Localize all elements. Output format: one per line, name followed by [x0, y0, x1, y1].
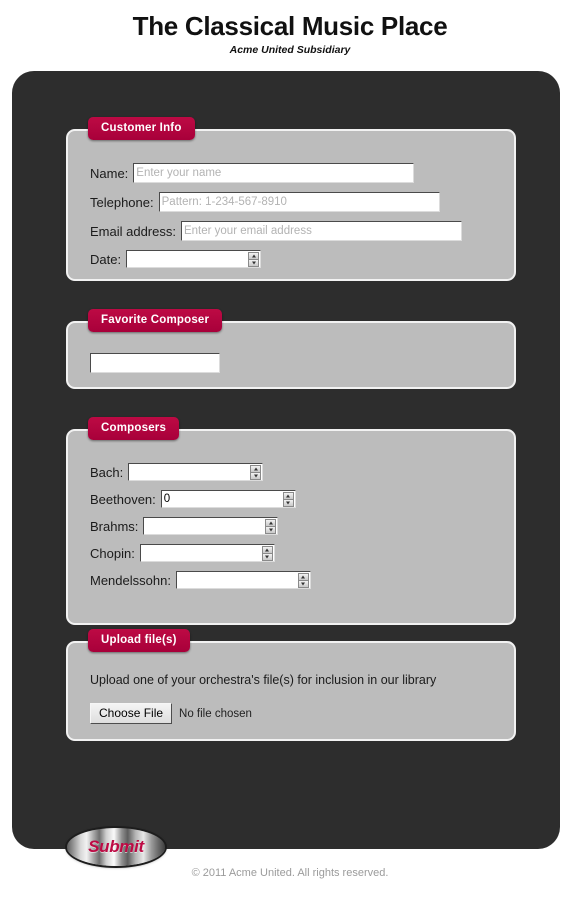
panel-customer-info: Customer Info Name: Telephone: Email add…: [66, 117, 516, 281]
field-row-telephone: Telephone:: [90, 192, 492, 212]
footer-copyright: © 2011 Acme United. All rights reserved.: [191, 867, 389, 879]
label-email: Email address:: [90, 223, 176, 239]
label-telephone: Telephone:: [90, 194, 154, 210]
beethoven-input[interactable]: [160, 490, 296, 508]
choose-file-button[interactable]: Choose File: [90, 703, 173, 724]
chopin-input-wrapper: [139, 544, 275, 562]
legend-favorite-composer: Favorite Composer: [88, 309, 223, 332]
brahms-input[interactable]: [143, 517, 279, 535]
legend-upload: Upload file(s): [88, 629, 190, 652]
mendelssohn-input[interactable]: [175, 571, 311, 589]
submit-button[interactable]: Submit: [67, 828, 165, 866]
legend-composers: Composers: [88, 417, 180, 440]
field-row-bach: Bach:: [90, 463, 492, 481]
panel-upload: Upload file(s) Upload one of your orches…: [66, 629, 516, 741]
field-row-name: Name:: [90, 163, 492, 183]
date-input-wrapper: [126, 250, 262, 268]
brahms-input-wrapper: [143, 517, 279, 535]
page-title: The Classical Music Place: [132, 11, 448, 41]
file-status-label: No file chosen: [179, 707, 252, 720]
label-beethoven: Beethoven:: [90, 491, 156, 507]
label-date: Date:: [90, 251, 122, 267]
date-input[interactable]: [126, 250, 262, 268]
label-name: Name:: [90, 165, 129, 181]
beethoven-input-wrapper: [160, 490, 296, 508]
panel-composers: Composers Bach: Beethoven: 0 Brahms: Cho…: [66, 417, 516, 625]
chopin-input[interactable]: [139, 544, 275, 562]
email-input[interactable]: [180, 221, 462, 241]
field-row-mendelssohn: Mendelssohn:: [90, 571, 492, 589]
bach-input-wrapper: [128, 463, 264, 481]
field-row-email: Email address:: [90, 221, 492, 241]
favorite-composer-input[interactable]: [90, 353, 220, 373]
bach-input[interactable]: [128, 463, 264, 481]
submit-button-label: Submit: [88, 837, 144, 856]
file-picker[interactable]: Choose File No file chosen: [90, 703, 492, 724]
name-input[interactable]: [133, 163, 415, 183]
form-shell: Customer Info Name: Telephone: Email add…: [12, 71, 560, 866]
label-brahms: Brahms:: [90, 518, 139, 534]
telephone-input[interactable]: [158, 192, 440, 212]
page-root: The Classical Music Place Acme United Su…: [0, 11, 580, 897]
upload-description: Upload one of your orchestra's file(s) f…: [90, 673, 437, 687]
panel-favorite-composer: Favorite Composer: [66, 309, 516, 389]
legend-customer-info: Customer Info: [88, 117, 195, 140]
submit-button-oval: Submit: [67, 828, 165, 866]
page-subtitle: Acme United Subsidiary: [229, 44, 351, 56]
field-row-date: Date:: [90, 250, 492, 268]
field-row-beethoven: Beethoven:: [90, 490, 492, 508]
field-row-chopin: Chopin:: [90, 544, 492, 562]
mendelssohn-input-wrapper: [175, 571, 311, 589]
field-row-brahms: Brahms:: [90, 517, 492, 535]
label-bach: Bach:: [90, 464, 124, 480]
label-mendelssohn: Mendelssohn:: [90, 572, 171, 588]
label-chopin: Chopin:: [90, 545, 135, 561]
